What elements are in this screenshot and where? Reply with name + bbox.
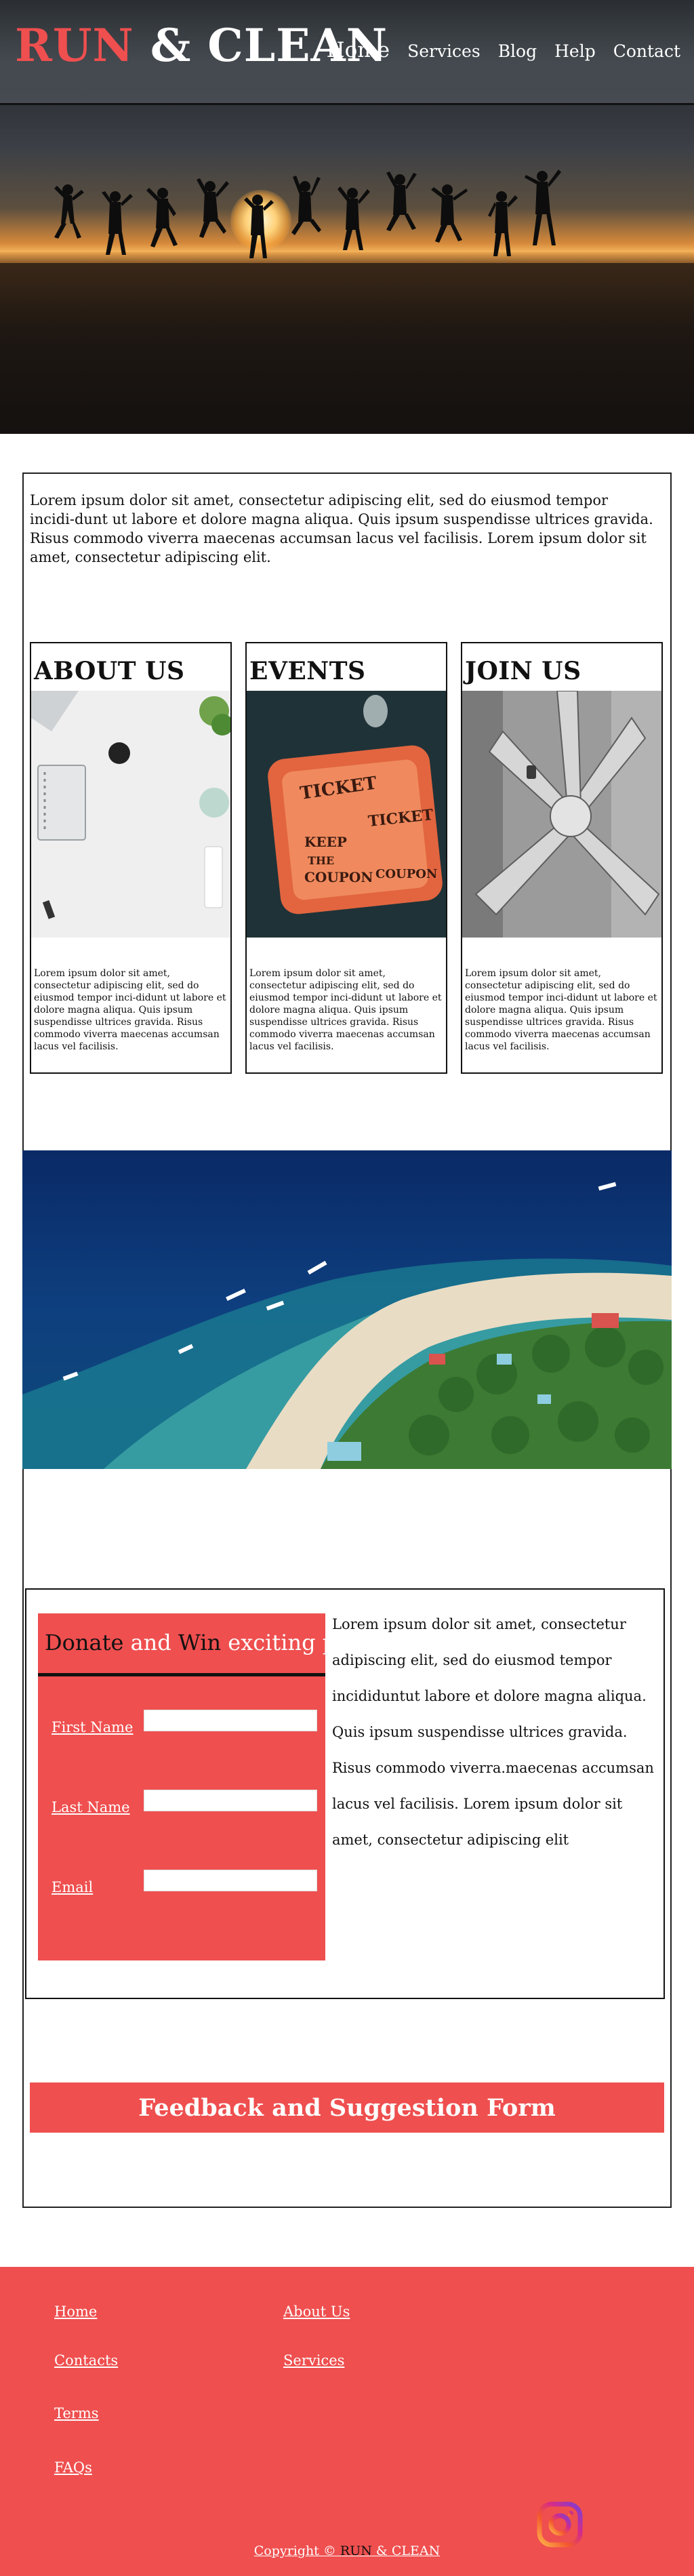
feedback-form-button[interactable]: Feedback and Suggestion Form (30, 2082, 664, 2133)
nav-contact[interactable]: Contact (613, 41, 680, 61)
nav-blog[interactable]: Blog (498, 41, 537, 61)
header-divider (0, 103, 694, 105)
footer-link-faqs[interactable]: FAQs (54, 2459, 92, 2476)
card-title: JOIN US (465, 657, 581, 685)
card-join-us[interactable]: JOIN US Lorem ipsum dolor sit amet, cons… (461, 642, 663, 1074)
donate-form: Donate and Win exciting prices First Nam… (38, 1613, 390, 1960)
main-nav: Home Services Blog Help Contact (327, 38, 680, 62)
jumping-people-silhouettes (54, 169, 561, 258)
title-win: Win (178, 1630, 222, 1655)
desk-illustration (31, 691, 230, 938)
email-label[interactable]: Email (52, 1879, 93, 1895)
card-about-us[interactable]: ABOUT US Lorem ipsum dolor sit amet, con… (30, 642, 232, 1074)
events-photo: TICKET TICKET KEEP THE COUPON COUPON (247, 691, 446, 938)
join-us-photo (462, 691, 661, 938)
footer-link-services[interactable]: Services (283, 2352, 344, 2369)
footer-link-about-us[interactable]: About Us (283, 2303, 350, 2320)
first-name-label[interactable]: First Name (52, 1719, 133, 1735)
card-text: Lorem ipsum dolor sit amet, consectetur … (249, 968, 442, 1052)
card-text: Lorem ipsum dolor sit amet, consectetur … (465, 968, 657, 1052)
the-word: THE (308, 854, 334, 867)
first-name-input[interactable] (144, 1710, 317, 1731)
hero-banner: RUN & CLEAN Home Services Blog Help Cont… (0, 0, 694, 434)
copyright-rest: & CLEAN (371, 2543, 441, 2558)
keep-word: KEEP (304, 834, 347, 850)
last-name-input[interactable] (144, 1790, 317, 1811)
last-name-label[interactable]: Last Name (52, 1799, 130, 1815)
logo-run: RUN (15, 19, 134, 72)
card-events[interactable]: EVENTS TICKET TICKET KEEP THE COUPON COU… (245, 642, 447, 1074)
card-title: ABOUT US (34, 657, 185, 685)
intro-paragraph: Lorem ipsum dolor sit amet, consectetur … (30, 492, 653, 565)
nav-services[interactable]: Services (407, 41, 481, 61)
coupon-word: COUPON (304, 869, 373, 885)
card-text: Lorem ipsum dolor sit amet, consectetur … (34, 968, 226, 1052)
instagram-icon[interactable] (535, 2500, 584, 2549)
aerial-island-photo (22, 1150, 672, 1469)
footer-link-home[interactable]: Home (54, 2303, 97, 2320)
nav-help[interactable]: Help (554, 41, 596, 61)
title-donate: Donate (45, 1630, 124, 1655)
ticket-roll-illustration: TICKET TICKET KEEP THE COUPON COUPON (247, 691, 446, 938)
footer-link-contacts[interactable]: Contacts (54, 2352, 118, 2369)
footer-link-terms[interactable]: Terms (54, 2405, 99, 2421)
stacked-hands-illustration (462, 691, 661, 938)
copyright-run: RUN (340, 2543, 372, 2558)
nav-home[interactable]: Home (327, 38, 390, 62)
copyright-prefix: Copyright © (253, 2543, 340, 2558)
title-and: and (123, 1630, 178, 1655)
donate-title-divider (38, 1673, 325, 1676)
about-us-photo (31, 691, 230, 938)
card-title: EVENTS (249, 657, 366, 685)
beach-water (0, 263, 694, 434)
coupon-word-2: COUPON (375, 867, 437, 881)
email-input[interactable] (144, 1870, 317, 1891)
island-illustration (22, 1150, 672, 1469)
copyright-notice: Copyright © RUN & CLEAN (0, 2543, 694, 2558)
donate-description: Lorem ipsum dolor sit amet, consectetur … (332, 1616, 654, 1848)
